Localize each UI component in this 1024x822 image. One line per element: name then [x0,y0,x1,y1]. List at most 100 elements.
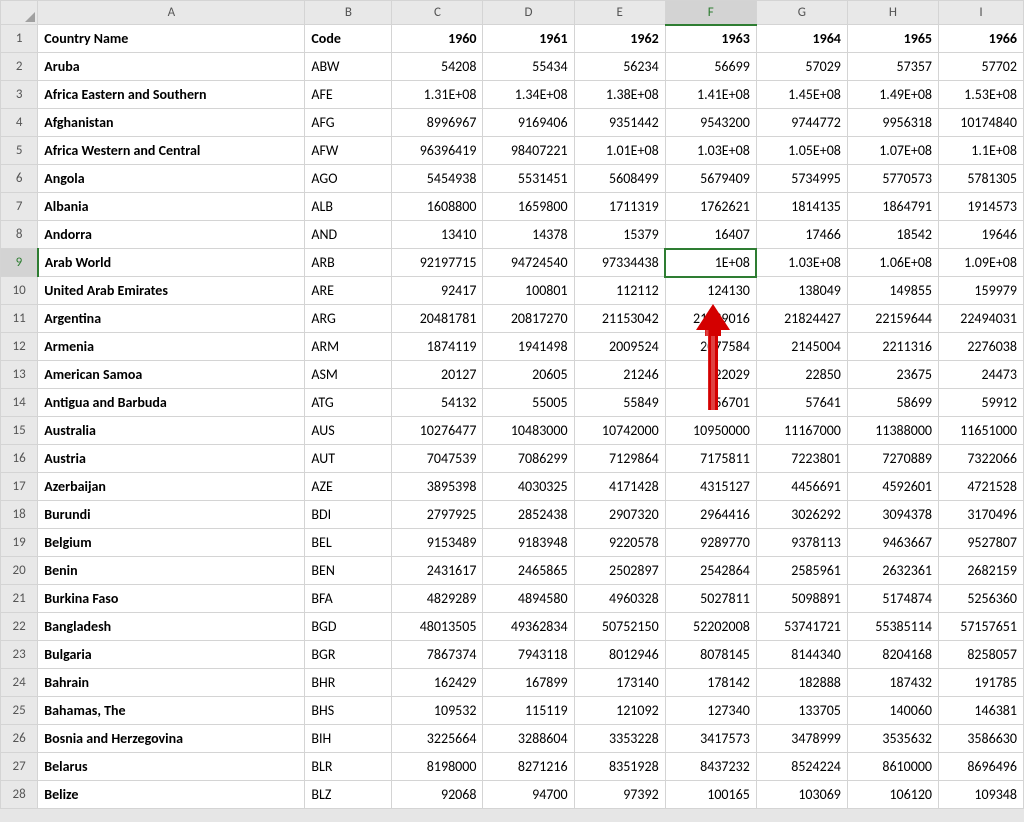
cell[interactable]: 1.09E+08 [939,249,1024,277]
cell[interactable]: 52202008 [665,613,756,641]
cell[interactable]: 7086299 [483,445,574,473]
cell[interactable]: 55849 [574,389,665,417]
cell[interactable]: 2907320 [574,501,665,529]
row-header[interactable]: 4 [1,109,38,137]
cell[interactable]: 96396419 [392,137,483,165]
cell[interactable]: 18542 [847,221,938,249]
cell[interactable]: 3094378 [847,501,938,529]
cell[interactable]: 10950000 [665,417,756,445]
cell[interactable]: 8258057 [939,641,1024,669]
cell[interactable]: 9463667 [847,529,938,557]
cell[interactable]: 2276038 [939,333,1024,361]
cell[interactable]: 9543200 [665,109,756,137]
cell[interactable]: AFE [305,81,392,109]
cell[interactable]: 5027811 [665,585,756,613]
cell[interactable]: Bahrain [38,669,305,697]
cell[interactable]: 1964 [756,25,847,53]
cell[interactable]: BHR [305,669,392,697]
cell[interactable]: 2009524 [574,333,665,361]
cell[interactable]: 3225664 [392,725,483,753]
cell[interactable]: 178142 [665,669,756,697]
cell[interactable]: 16407 [665,221,756,249]
cell[interactable]: 94724540 [483,249,574,277]
cell[interactable]: 100165 [665,781,756,809]
cell[interactable]: 10483000 [483,417,574,445]
spreadsheet-grid[interactable]: A B C D E F G H I 1Country NameCode19601… [0,0,1024,809]
cell[interactable]: 4315127 [665,473,756,501]
cell[interactable]: 138049 [756,277,847,305]
row-header[interactable]: 10 [1,277,38,305]
cell[interactable]: 159979 [939,277,1024,305]
row-header[interactable]: 13 [1,361,38,389]
cell[interactable]: 55434 [483,53,574,81]
row-header[interactable]: 1 [1,25,38,53]
cell[interactable]: Burundi [38,501,305,529]
cell[interactable]: 4456691 [756,473,847,501]
cell[interactable]: 4960328 [574,585,665,613]
cell[interactable]: 9378113 [756,529,847,557]
cell[interactable]: 7270889 [847,445,938,473]
cell[interactable]: 182888 [756,669,847,697]
select-all-corner[interactable] [1,1,38,25]
cell[interactable]: 8271216 [483,753,574,781]
cell[interactable]: 2542864 [665,557,756,585]
cell[interactable]: 1.01E+08 [574,137,665,165]
cell[interactable]: 4829289 [392,585,483,613]
cell[interactable]: 4894580 [483,585,574,613]
row-header[interactable]: 28 [1,781,38,809]
cell[interactable]: 103069 [756,781,847,809]
cell[interactable]: 3417573 [665,725,756,753]
cell[interactable]: 94700 [483,781,574,809]
cell[interactable]: 149855 [847,277,938,305]
cell[interactable]: 54132 [392,389,483,417]
cell[interactable]: 24473 [939,361,1024,389]
cell[interactable]: 146381 [939,697,1024,725]
cell[interactable]: 1814135 [756,193,847,221]
cell[interactable]: 5098891 [756,585,847,613]
row-header[interactable]: 20 [1,557,38,585]
cell[interactable]: 10174840 [939,109,1024,137]
cell[interactable]: 1711319 [574,193,665,221]
cell[interactable]: 5454938 [392,165,483,193]
col-header-E[interactable]: E [574,1,665,25]
cell[interactable]: ASM [305,361,392,389]
cell[interactable]: Africa Eastern and Southern [38,81,305,109]
cell[interactable]: 167899 [483,669,574,697]
cell[interactable]: 5174874 [847,585,938,613]
cell[interactable]: 7943118 [483,641,574,669]
cell[interactable]: 1.38E+08 [574,81,665,109]
cell[interactable]: Albania [38,193,305,221]
cell[interactable]: ARG [305,305,392,333]
cell[interactable]: Burkina Faso [38,585,305,613]
row-header[interactable]: 11 [1,305,38,333]
cell[interactable]: Bosnia and Herzegovina [38,725,305,753]
cell[interactable]: Andorra [38,221,305,249]
col-header-C[interactable]: C [392,1,483,25]
cell[interactable]: 9153489 [392,529,483,557]
cell[interactable]: 1961 [483,25,574,53]
cell[interactable]: 133705 [756,697,847,725]
cell[interactable]: 109348 [939,781,1024,809]
cell[interactable]: 1941498 [483,333,574,361]
cell[interactable]: 1.1E+08 [939,137,1024,165]
cell[interactable]: 1914573 [939,193,1024,221]
cell[interactable]: 56699 [665,53,756,81]
cell[interactable]: Benin [38,557,305,585]
cell[interactable]: 15379 [574,221,665,249]
cell[interactable]: Armenia [38,333,305,361]
row-header[interactable]: 5 [1,137,38,165]
cell[interactable]: 21246 [574,361,665,389]
cell[interactable]: 58699 [847,389,938,417]
cell[interactable]: Belarus [38,753,305,781]
cell[interactable]: 13410 [392,221,483,249]
cell[interactable]: BLR [305,753,392,781]
cell[interactable]: 187432 [847,669,938,697]
cell[interactable]: 97392 [574,781,665,809]
cell[interactable]: 10742000 [574,417,665,445]
row-header[interactable]: 8 [1,221,38,249]
cell[interactable]: 2211316 [847,333,938,361]
cell[interactable]: 92417 [392,277,483,305]
row-header[interactable]: 27 [1,753,38,781]
cell[interactable]: 57029 [756,53,847,81]
row-header[interactable]: 14 [1,389,38,417]
